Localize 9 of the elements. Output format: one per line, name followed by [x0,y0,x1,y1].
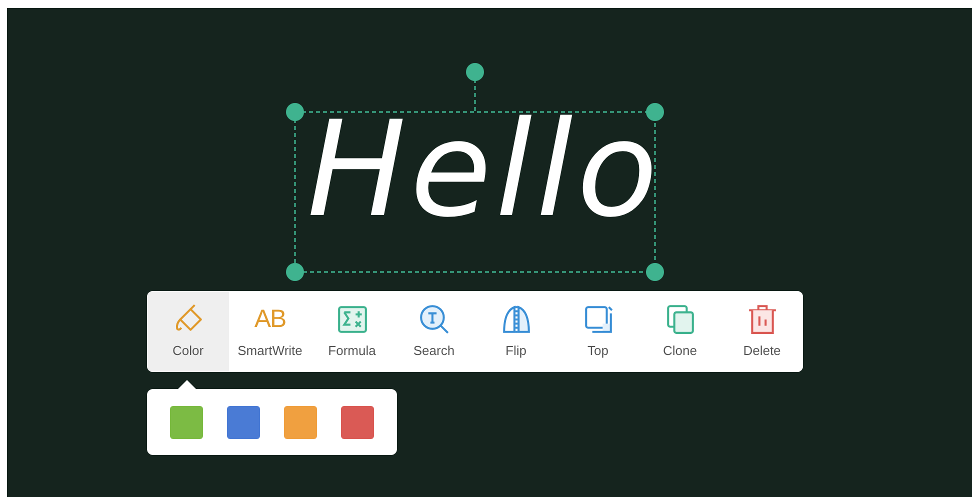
tool-button[interactable]: Color [147,291,229,372]
color-swatch[interactable] [284,406,317,438]
color-swatch[interactable] [227,406,260,438]
formula-icon [336,303,368,336]
smartwrite-icon: AB [254,303,286,336]
color-swatch[interactable] [170,406,203,438]
search-icon [418,303,450,336]
handwritten-text[interactable]: Hello [307,104,662,236]
color-swatch[interactable] [341,406,374,438]
